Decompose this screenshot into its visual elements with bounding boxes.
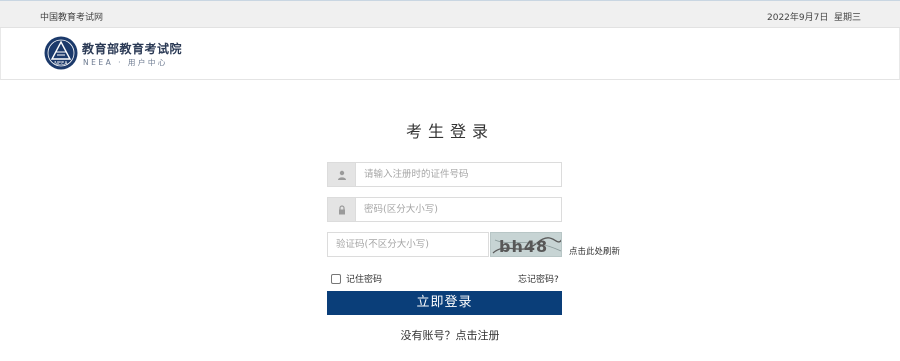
- current-weekday: 星期三: [834, 13, 862, 23]
- login-button[interactable]: 立即登录: [327, 291, 562, 315]
- id-number-input[interactable]: [364, 163, 554, 186]
- brand-subtitle: NEEA · 用户中心: [83, 58, 168, 67]
- captcha-text: bh48: [499, 237, 548, 256]
- password-input[interactable]: [364, 198, 554, 221]
- brand-title: 教育部教育考试院: [82, 42, 183, 56]
- logo-text: NEEA: [54, 61, 68, 67]
- id-number-field: [327, 162, 562, 187]
- header: NEEA 教育部教育考试院 NEEA · 用户中心: [0, 28, 900, 80]
- register-row: 没有账号？点击注册: [0, 327, 900, 343]
- captcha-field: [327, 232, 489, 257]
- captcha-input[interactable]: [336, 233, 484, 256]
- user-icon: [328, 163, 356, 186]
- top-bar: 中国教育考试网 2022年9月7日 星期三: [0, 0, 900, 28]
- current-date: 2022年9月7日: [767, 13, 829, 23]
- refresh-captcha-link[interactable]: 点击此处刷新: [569, 245, 620, 257]
- remember-password[interactable]: 记住密码: [331, 272, 382, 285]
- login-title: 考生登录: [405, 122, 494, 141]
- remember-checkbox[interactable]: [331, 273, 341, 284]
- lock-icon: [328, 198, 356, 221]
- register-link[interactable]: 没有账号？点击注册: [401, 329, 500, 342]
- password-field: [327, 197, 562, 222]
- captcha-image[interactable]: bh48: [490, 232, 562, 257]
- site-name-link[interactable]: 中国教育考试网: [40, 10, 103, 23]
- remember-label: 记住密码: [346, 275, 383, 285]
- neea-logo: NEEA: [44, 36, 78, 70]
- forgot-password-link[interactable]: 忘记密码?: [518, 272, 559, 285]
